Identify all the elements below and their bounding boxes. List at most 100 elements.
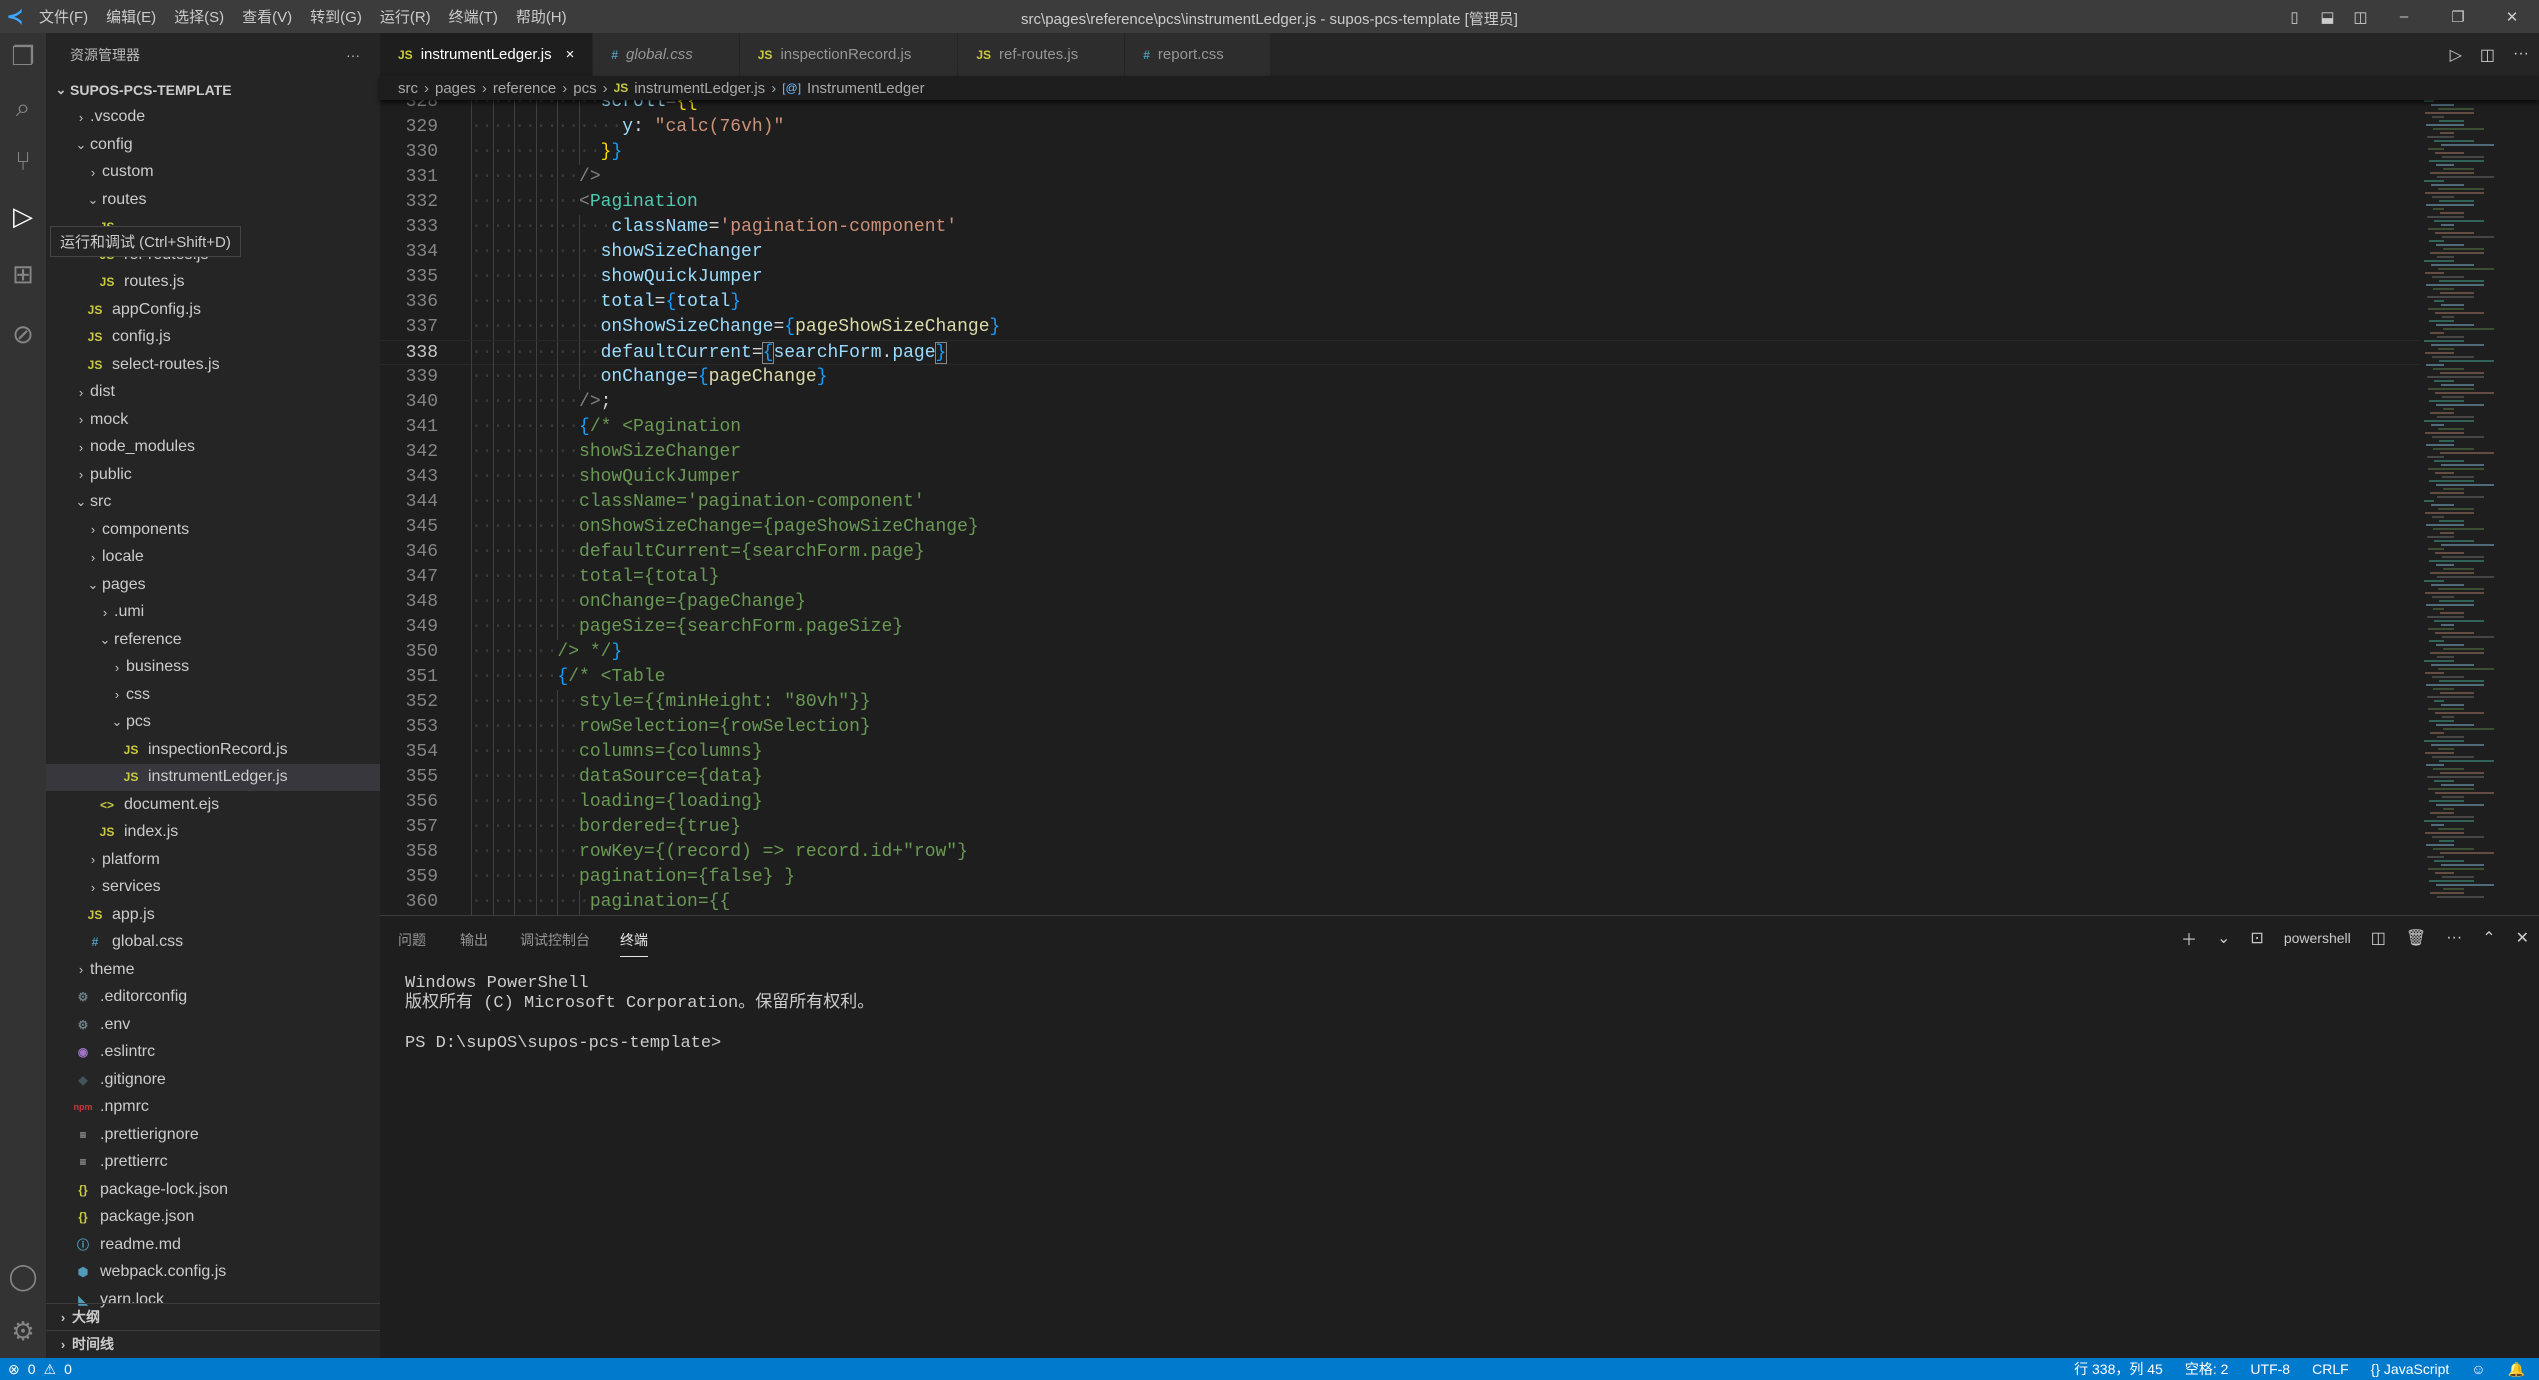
code-line[interactable]: 333 ·············className='pagination-co… <box>380 215 2420 240</box>
menu-go[interactable]: 转到(G) <box>301 6 371 27</box>
folder-item[interactable]: › css <box>46 681 380 709</box>
code-line[interactable]: 330 ············}} <box>380 140 2420 165</box>
breadcrumb-item[interactable]: reference <box>493 80 556 97</box>
close-tab-icon[interactable]: × <box>566 46 575 63</box>
code-line[interactable]: 349 ··········pageSize={searchForm.pageSi… <box>380 615 2420 640</box>
cursor-position[interactable]: 行 338，列 45 <box>2074 1359 2163 1379</box>
code-line[interactable]: 334 ············showSizeChanger <box>380 240 2420 265</box>
folder-item[interactable]: › locale <box>46 544 380 572</box>
restore-button[interactable]: ❐ <box>2431 8 2485 26</box>
tab-report-css[interactable]: # report.css <box>1125 33 1271 76</box>
menu-edit[interactable]: 编辑(E) <box>97 6 165 27</box>
folder-item[interactable]: › node_modules <box>46 434 380 462</box>
file-item[interactable]: ≡ .prettierignore <box>46 1121 380 1149</box>
workspace-root[interactable]: ⌄ SUPOS-PCS-TEMPLATE <box>46 76 380 104</box>
tab-debug-console[interactable]: 调试控制台 <box>520 930 590 956</box>
code-line[interactable]: 338 ············defaultCurrent={searchFor… <box>380 340 2420 366</box>
folder-item[interactable]: › mock <box>46 406 380 434</box>
code-line[interactable]: 351 ········{/* <Table <box>380 665 2420 690</box>
tab-problems[interactable]: 问题 <box>398 930 426 956</box>
folder-item[interactable]: ⌄ config <box>46 131 380 159</box>
maximize-panel-icon[interactable]: ⌃ <box>2482 928 2495 948</box>
folder-item[interactable]: ⌄ src <box>46 489 380 517</box>
git-graph-icon[interactable]: ⊘ <box>0 311 46 357</box>
timeline-section[interactable]: › 时间线 <box>46 1330 380 1357</box>
feedback-icon[interactable]: ☺ <box>2471 1361 2485 1377</box>
toggle-secondary-sidebar-icon[interactable]: ◫ <box>2344 8 2377 26</box>
file-item[interactable]: JS inspectionRecord.js <box>46 736 380 764</box>
file-item[interactable]: # global.css <box>46 929 380 957</box>
code-line[interactable]: 345 ··········onShowSizeChange={pageShowS… <box>380 515 2420 540</box>
code-line[interactable]: 348 ··········onChange={pageChange} <box>380 590 2420 615</box>
tab-terminal[interactable]: 终端 <box>620 930 648 957</box>
code-line[interactable]: 346 ··········defaultCurrent={searchForm.… <box>380 540 2420 565</box>
file-item[interactable]: ⚙ .env <box>46 1011 380 1039</box>
folder-item[interactable]: ⌄ reference <box>46 626 380 654</box>
code-line[interactable]: 359 ··········pagination={false} } <box>380 865 2420 890</box>
code-line[interactable]: 344 ··········className='pagination-compo… <box>380 490 2420 515</box>
file-item[interactable]: ⓘ readme.md <box>46 1231 380 1259</box>
tab-instrumentledger-js[interactable]: JS instrumentLedger.js × <box>380 33 594 76</box>
folder-item[interactable]: › .vscode <box>46 104 380 132</box>
file-item[interactable]: {} package.json <box>46 1204 380 1232</box>
menu-terminal[interactable]: 终端(T) <box>440 6 507 27</box>
breadcrumb-item[interactable]: instrumentLedger.js <box>634 80 765 97</box>
folder-item[interactable]: › services <box>46 874 380 902</box>
code-line[interactable]: 357 ··········bordered={true} <box>380 815 2420 840</box>
folder-item[interactable]: › business <box>46 654 380 682</box>
tab-ref-routes-js[interactable]: JS ref-routes.js <box>958 33 1126 76</box>
toggle-sidebar-icon[interactable]: ▯ <box>2278 8 2311 26</box>
file-item[interactable]: JS instrumentLedger.js <box>46 763 380 791</box>
code-line[interactable]: 358 ··········rowKey={(record) => record.… <box>380 840 2420 865</box>
code-line[interactable]: 337 ············onShowSizeChange={pageSho… <box>380 315 2420 340</box>
folder-item[interactable]: ⌄ pages <box>46 571 380 599</box>
menu-selection[interactable]: 选择(S) <box>165 6 233 27</box>
code-line[interactable]: 347 ··········total={total} <box>380 565 2420 590</box>
folder-item[interactable]: ⌄ pcs <box>46 709 380 737</box>
file-item[interactable]: {} package-lock.json <box>46 1176 380 1204</box>
explorer-icon[interactable]: ❐ <box>0 33 46 79</box>
new-terminal-icon[interactable]: ＋ <box>2181 926 2197 950</box>
code-line[interactable]: 342 ··········showSizeChanger <box>380 440 2420 465</box>
file-item[interactable]: JS routes.js <box>46 269 380 297</box>
file-item[interactable]: JS config.js <box>46 324 380 352</box>
code-line[interactable]: 354 ··········columns={columns} <box>380 740 2420 765</box>
code-line[interactable]: 332 ··········<Pagination <box>380 190 2420 215</box>
code-line[interactable]: 356 ··········loading={loading} <box>380 790 2420 815</box>
code-line[interactable]: 340 ··········/>; <box>380 390 2420 415</box>
close-window-button[interactable]: ✕ <box>2485 8 2539 26</box>
code-line[interactable]: 353 ··········rowSelection={rowSelection} <box>380 715 2420 740</box>
extensions-icon[interactable]: ⊞ <box>0 251 46 297</box>
code-line[interactable]: 339 ············onChange={pageChange} <box>380 365 2420 390</box>
file-item[interactable]: JS select-routes.js <box>46 351 380 379</box>
folder-item[interactable]: › components <box>46 516 380 544</box>
terminal-output[interactable]: Windows PowerShell 版权所有 (C) Microsoft Cor… <box>405 974 874 1054</box>
code-line[interactable]: 331 ··········/> <box>380 165 2420 190</box>
close-panel-icon[interactable]: ✕ <box>2516 928 2529 948</box>
tab-global-css[interactable]: # global.css <box>593 33 740 76</box>
toggle-panel-icon[interactable]: ⬓ <box>2311 8 2344 26</box>
tab-inspectionrecord-js[interactable]: JS inspectionRecord.js <box>739 33 959 76</box>
file-item[interactable]: JS appConfig.js <box>46 296 380 324</box>
run-debug-icon[interactable]: ▷ <box>0 193 46 239</box>
split-terminal-icon[interactable]: ◫ <box>2371 928 2386 948</box>
file-item[interactable]: JS app.js <box>46 901 380 929</box>
tab-output[interactable]: 输出 <box>460 930 488 956</box>
folder-item[interactable]: › custom <box>46 159 380 187</box>
code-line[interactable]: 355 ··········dataSource={data} <box>380 765 2420 790</box>
folder-item[interactable]: › dist <box>46 379 380 407</box>
folder-item[interactable]: › public <box>46 461 380 489</box>
folder-item[interactable]: › theme <box>46 956 380 984</box>
more-actions-icon[interactable]: ··· <box>2513 45 2529 65</box>
menu-file[interactable]: 文件(F) <box>30 6 97 27</box>
menu-view[interactable]: 查看(V) <box>233 6 301 27</box>
file-item[interactable]: npm .npmrc <box>46 1094 380 1122</box>
code-line[interactable]: 335 ············showQuickJumper <box>380 265 2420 290</box>
split-editor-icon[interactable]: ◫ <box>2480 45 2495 65</box>
menu-help[interactable]: 帮助(H) <box>507 6 576 27</box>
file-item[interactable]: JS index.js <box>46 819 380 847</box>
source-control-icon[interactable]: ⑂ <box>0 138 46 184</box>
file-item[interactable]: ◉ .eslintrc <box>46 1039 380 1067</box>
code-line[interactable]: 343 ··········showQuickJumper <box>380 465 2420 490</box>
code-line[interactable]: 329 ··············y: "calc(76vh)" <box>380 115 2420 140</box>
